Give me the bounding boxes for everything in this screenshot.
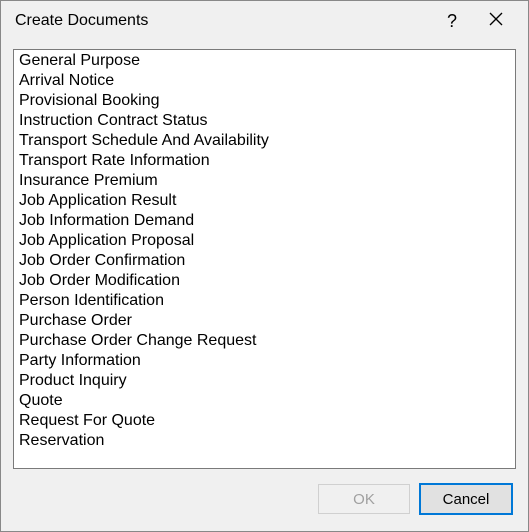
list-item[interactable]: Job Order Modification <box>17 271 515 291</box>
create-documents-dialog: Create Documents ? General PurposeArriva… <box>0 0 529 532</box>
list-item[interactable]: Transport Schedule And Availability <box>17 131 515 151</box>
list-item[interactable]: Reservation <box>17 431 515 451</box>
list-item[interactable]: Purchase Order Change Request <box>17 331 515 351</box>
list-item[interactable]: Quote <box>17 391 515 411</box>
help-button[interactable]: ? <box>430 2 474 40</box>
list-item[interactable]: Job Application Proposal <box>17 231 515 251</box>
list-item[interactable]: General Purpose <box>17 51 515 71</box>
list-item[interactable]: Party Information <box>17 351 515 371</box>
document-type-listbox[interactable]: General PurposeArrival NoticeProvisional… <box>13 49 516 469</box>
help-icon: ? <box>447 11 457 32</box>
ok-button: OK <box>318 484 410 514</box>
list-item[interactable]: Product Inquiry <box>17 371 515 391</box>
list-item[interactable]: Instruction Contract Status <box>17 111 515 131</box>
list-item[interactable]: Provisional Booking <box>17 91 515 111</box>
list-item[interactable]: Insurance Premium <box>17 171 515 191</box>
list-item[interactable]: Arrival Notice <box>17 71 515 91</box>
button-row: OK Cancel <box>1 473 528 531</box>
dialog-content: General PurposeArrival NoticeProvisional… <box>1 41 528 473</box>
list-item[interactable]: Job Information Demand <box>17 211 515 231</box>
list-item[interactable]: Purchase Order <box>17 311 515 331</box>
close-button[interactable] <box>474 2 518 40</box>
cancel-button[interactable]: Cancel <box>420 484 512 514</box>
list-item[interactable]: Job Order Confirmation <box>17 251 515 271</box>
list-item[interactable]: Transport Rate Information <box>17 151 515 171</box>
titlebar: Create Documents ? <box>1 1 528 41</box>
close-icon <box>489 12 503 31</box>
dialog-title: Create Documents <box>15 12 430 30</box>
list-item[interactable]: Job Application Result <box>17 191 515 211</box>
list-item[interactable]: Person Identification <box>17 291 515 311</box>
list-item[interactable]: Request For Quote <box>17 411 515 431</box>
